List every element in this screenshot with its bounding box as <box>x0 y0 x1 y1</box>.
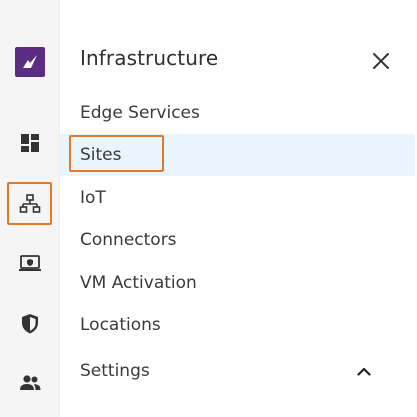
menu-item-sites[interactable]: Sites <box>60 134 415 176</box>
users-icon[interactable] <box>0 361 60 405</box>
brand-logo-icon[interactable] <box>15 47 45 77</box>
icon-rail <box>0 0 60 417</box>
dashboard-icon[interactable] <box>0 121 60 165</box>
menu-item-label: VM Activation <box>80 273 197 293</box>
menu-item-iot[interactable]: IoT <box>60 177 415 219</box>
network-hierarchy-icon[interactable] <box>0 182 60 226</box>
menu-item-label: IoT <box>80 188 106 208</box>
menu-item-edge-services[interactable]: Edge Services <box>60 92 415 134</box>
panel-title: Infrastructure <box>80 46 219 70</box>
close-button[interactable] <box>368 48 394 74</box>
laptop-shield-icon[interactable] <box>0 242 60 286</box>
menu-item-label: Settings <box>80 361 150 381</box>
menu-item-connectors[interactable]: Connectors <box>60 219 415 261</box>
close-icon <box>373 53 389 69</box>
menu-item-locations[interactable]: Locations <box>60 304 415 346</box>
shield-icon[interactable] <box>0 302 60 346</box>
menu-item-label: Connectors <box>80 230 177 250</box>
menu-item-label: Locations <box>80 315 161 335</box>
menu-item-label: Edge Services <box>80 103 200 123</box>
infrastructure-panel: Infrastructure Edge Services Sites IoT C… <box>60 0 417 417</box>
menu-item-vm-activation[interactable]: VM Activation <box>60 262 415 304</box>
settings-expand-toggle[interactable] <box>353 361 375 381</box>
chevron-up-icon <box>357 367 371 376</box>
menu-item-label: Sites <box>80 145 122 165</box>
